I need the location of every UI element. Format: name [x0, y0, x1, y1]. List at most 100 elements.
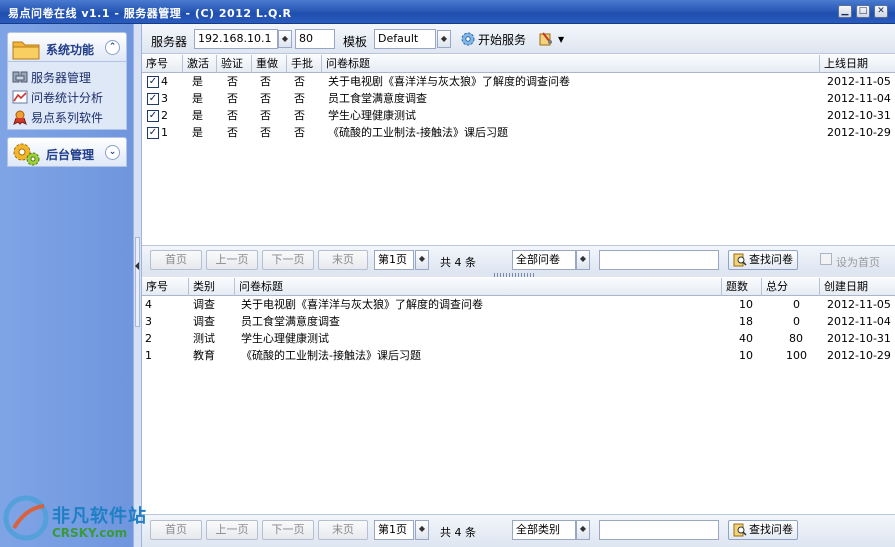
minimize-button[interactable]: ▁: [838, 5, 852, 18]
last-page-button[interactable]: 末页: [318, 520, 368, 540]
sidebar-item-survey-statistics[interactable]: 问卷统计分析: [8, 87, 126, 107]
tools-icon: [539, 32, 552, 46]
survey-detail-pager: 首页 上一页 下一页 末页 第1页 ◆ 共 4 条 全部类别 ◆ 查找问卷: [142, 514, 895, 547]
start-service-button[interactable]: 开始服务: [460, 29, 526, 49]
cell-redo: 否: [260, 92, 271, 105]
cell-verify: 否: [227, 75, 238, 88]
software-icon: [12, 109, 28, 125]
cell-no: 3: [145, 315, 152, 328]
splitter-grip[interactable]: [494, 273, 534, 277]
cell-verify: 否: [227, 92, 238, 105]
close-button[interactable]: ✕: [874, 5, 888, 18]
column-header-category[interactable]: 类别: [189, 278, 235, 296]
table-row[interactable]: ✓ 2 是 否 否 否 学生心理健康测试 2012-10-31: [142, 108, 895, 125]
table-row[interactable]: ✓ 1 是 否 否 否 《硫酸的工业制法-接触法》课后习题 2012-10-29: [142, 125, 895, 142]
column-header-title[interactable]: 问卷标题: [235, 278, 722, 296]
row-checkbox[interactable]: ✓: [147, 127, 159, 139]
template-dropdown-button[interactable]: ◆: [437, 30, 451, 48]
filter-dropdown-button[interactable]: ◆: [576, 520, 590, 540]
table-row[interactable]: 1 教育 《硫酸的工业制法-接触法》课后习题 10 100 2012-10-29: [142, 348, 895, 365]
find-survey-button[interactable]: 查找问卷: [728, 250, 798, 270]
panel-system-functions-body: 服务器管理 问卷统计分析 易点系列软件: [7, 62, 127, 130]
table-row[interactable]: ✓ 3 是 否 否 否 员工食堂满意度调查 2012-11-04: [142, 91, 895, 108]
cell-total-score: 0: [793, 315, 800, 328]
tools-menu-button[interactable]: ▼: [538, 29, 564, 49]
column-header-created-date[interactable]: 创建日期: [820, 278, 895, 296]
maximize-button[interactable]: □: [856, 5, 870, 18]
column-header-total-score[interactable]: 总分: [762, 278, 820, 296]
cell-manual: 否: [294, 75, 305, 88]
page-select[interactable]: 第1页: [374, 520, 414, 540]
column-header-title[interactable]: 问卷标题: [322, 55, 820, 73]
cell-date: 2012-10-31: [827, 332, 891, 345]
column-header-redo[interactable]: 重做: [252, 55, 287, 73]
sidebar-item-series-software[interactable]: 易点系列软件: [8, 107, 126, 127]
collapse-left-icon[interactable]: [135, 262, 139, 270]
row-checkbox[interactable]: ✓: [147, 76, 159, 88]
set-home-label: 设为首页: [836, 256, 880, 269]
splitter-grip[interactable]: [135, 237, 140, 327]
category-filter-select[interactable]: 全部类别: [512, 520, 576, 540]
sidebar-item-label: 问卷统计分析: [31, 90, 104, 105]
cell-date: 2012-10-31: [827, 109, 891, 122]
cell-total-score: 0: [793, 298, 800, 311]
page-select[interactable]: 第1页: [374, 250, 414, 270]
column-header-manual[interactable]: 手批: [287, 55, 322, 73]
next-page-button[interactable]: 下一页: [262, 520, 314, 540]
cell-no: 4: [161, 75, 168, 88]
port-input[interactable]: 80: [295, 29, 335, 49]
prev-page-button[interactable]: 上一页: [206, 250, 258, 270]
horizontal-splitter[interactable]: [142, 273, 895, 277]
cell-verify: 否: [227, 126, 238, 139]
set-home-checkbox[interactable]: [820, 253, 832, 265]
survey-detail-grid-header: 序号 类别 问卷标题 题数 总分 创建日期: [142, 278, 895, 296]
row-checkbox[interactable]: ✓: [147, 93, 159, 105]
cell-total-score: 100: [786, 349, 807, 362]
page-dropdown-button[interactable]: ◆: [415, 520, 429, 540]
find-survey-button[interactable]: 查找问卷: [728, 520, 798, 540]
cell-title: 员工食堂满意度调查: [241, 315, 340, 328]
cell-verify: 否: [227, 109, 238, 122]
sidebar: 系统功能 ⌃ 服务器管理 问卷统计分析 易点系列软件 后台管理 ⌄: [0, 24, 133, 547]
template-select[interactable]: Default: [374, 29, 436, 49]
vertical-splitter[interactable]: [133, 24, 142, 547]
cell-date: 2012-11-04: [827, 92, 891, 105]
cell-no: 4: [145, 298, 152, 311]
next-page-button[interactable]: 下一页: [262, 250, 314, 270]
cell-title: 员工食堂满意度调查: [328, 92, 427, 105]
survey-search-input[interactable]: [599, 520, 719, 540]
cell-no: 2: [161, 109, 168, 122]
search-icon: [733, 253, 747, 267]
server-dropdown-button[interactable]: ◆: [278, 30, 292, 48]
survey-filter-select[interactable]: 全部问卷: [512, 250, 576, 270]
filter-dropdown-button[interactable]: ◆: [576, 250, 590, 270]
server-address-input[interactable]: 192.168.10.1: [194, 29, 278, 49]
sidebar-item-label: 易点系列软件: [31, 110, 104, 125]
survey-search-input[interactable]: [599, 250, 719, 270]
row-checkbox[interactable]: ✓: [147, 110, 159, 122]
expand-icon[interactable]: ⌄: [105, 145, 120, 160]
table-row[interactable]: 3 调查 员工食堂满意度调查 18 0 2012-11-04: [142, 314, 895, 331]
sidebar-item-server-management[interactable]: 服务器管理: [8, 67, 126, 87]
last-page-button[interactable]: 末页: [318, 250, 368, 270]
first-page-button[interactable]: 首页: [150, 250, 202, 270]
column-header-question-count[interactable]: 题数: [722, 278, 762, 296]
prev-page-button[interactable]: 上一页: [206, 520, 258, 540]
collapse-icon[interactable]: ⌃: [105, 40, 120, 55]
panel-system-functions-header[interactable]: 系统功能 ⌃: [7, 32, 127, 62]
column-header-online-date[interactable]: 上线日期: [820, 55, 895, 73]
cell-redo: 否: [260, 109, 271, 122]
table-row[interactable]: ✓ 4 是 否 否 否 关于电视剧《喜洋洋与灰太狼》了解度的调查问卷 2012-…: [142, 74, 895, 91]
column-header-no[interactable]: 序号: [142, 278, 189, 296]
page-dropdown-button[interactable]: ◆: [415, 250, 429, 270]
cell-no: 1: [161, 126, 168, 139]
table-row[interactable]: 2 测试 学生心理健康测试 40 80 2012-10-31: [142, 331, 895, 348]
panel-backend-management-header[interactable]: 后台管理 ⌄: [7, 137, 127, 167]
column-header-active[interactable]: 激活: [183, 55, 217, 73]
table-row[interactable]: 4 调查 关于电视剧《喜洋洋与灰太狼》了解度的调查问卷 10 0 2012-11…: [142, 297, 895, 314]
column-header-verify[interactable]: 验证: [217, 55, 252, 73]
cell-title: 关于电视剧《喜洋洋与灰太狼》了解度的调查问卷: [328, 75, 570, 88]
cell-manual: 否: [294, 126, 305, 139]
cell-no: 1: [145, 349, 152, 362]
column-header-no[interactable]: 序号: [142, 55, 183, 73]
